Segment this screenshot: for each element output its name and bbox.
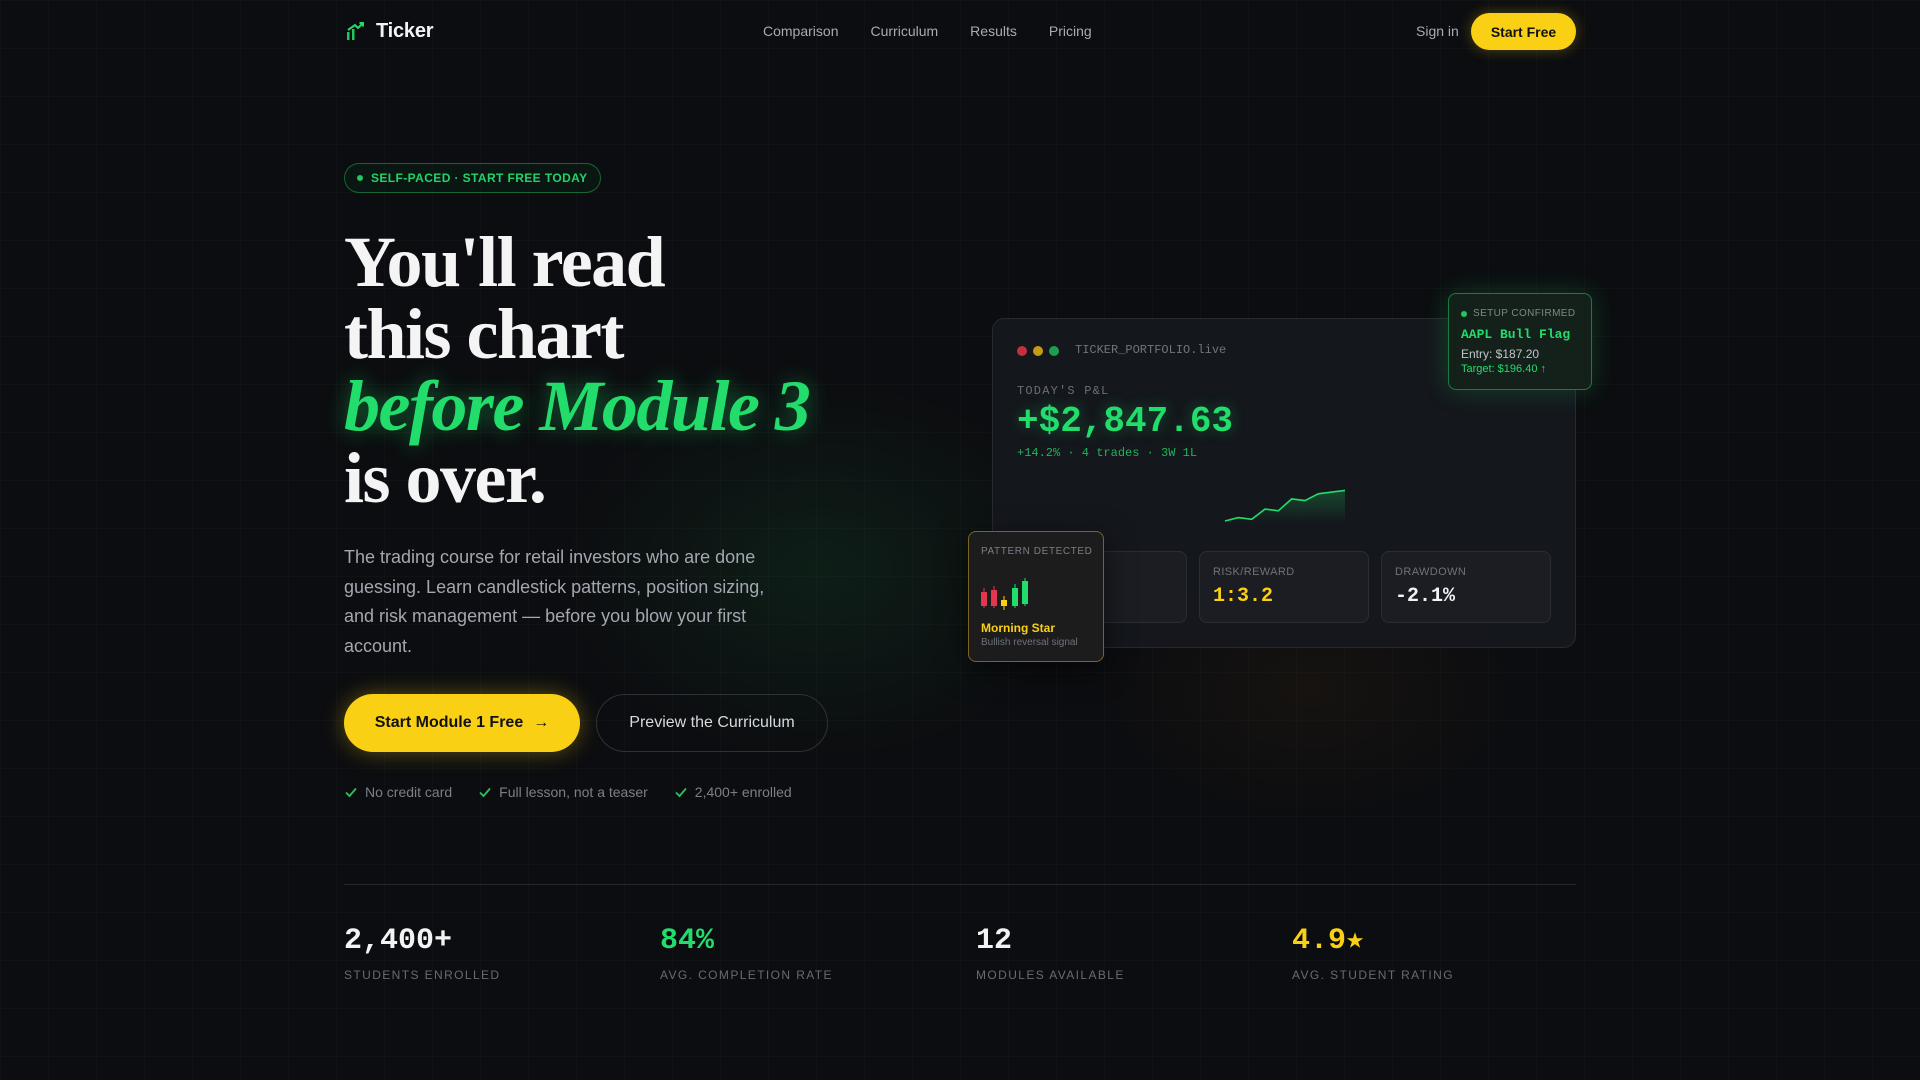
stat-label: AVG. COMPLETION RATE (660, 968, 833, 982)
nav-links: Comparison Curriculum Results Pricing (763, 23, 1092, 39)
sign-in-link[interactable]: Sign in (1416, 23, 1459, 39)
check-label: Full lesson, not a teaser (499, 784, 648, 800)
stat-label: MODULES AVAILABLE (976, 968, 1125, 982)
nav-link-curriculum[interactable]: Curriculum (870, 23, 938, 39)
stat-students-enrolled: 2,400+ STUDENTS ENROLLED (344, 924, 501, 982)
pnl-value: +$2,847.63 (1017, 401, 1234, 442)
stats-divider (344, 884, 1576, 885)
setup-target: Target: $196.40 ↑ (1461, 363, 1547, 375)
stat-label: AVG. STUDENT RATING (1292, 968, 1454, 982)
check-icon (345, 787, 357, 798)
window-dot-yellow-icon (1033, 346, 1043, 356)
background-grid (0, 0, 1920, 1080)
stat-value: 12 (976, 924, 1013, 958)
check-icon (479, 787, 491, 798)
stat-student-rating: 4.9★ AVG. STUDENT RATING (1292, 924, 1454, 982)
setup-title: AAPL Bull Flag (1461, 327, 1571, 342)
trust-checks: No credit card Full lesson, not a teaser… (344, 784, 792, 800)
check-item: Full lesson, not a teaser (478, 784, 648, 800)
stat-label: STUDENTS ENROLLED (344, 968, 501, 982)
nav-link-results[interactable]: Results (970, 23, 1017, 39)
metric-card-drawdown: DRAWDOWN -2.1% (1381, 551, 1551, 623)
stat-completion-rate: 84% AVG. COMPLETION RATE (660, 924, 833, 982)
brand-logo[interactable]: Ticker (344, 20, 434, 43)
pattern-label: PATTERN DETECTED (981, 546, 1093, 557)
window-title: TICKER_PORTFOLIO.live (1075, 343, 1227, 357)
hero-headline: You'll read this chart before Module 3 i… (344, 222, 811, 518)
nav-link-comparison[interactable]: Comparison (763, 23, 838, 39)
top-nav: Ticker Comparison Curriculum Results Pri… (0, 0, 1920, 64)
setup-header: SETUP CONFIRMED (1461, 308, 1576, 319)
status-dot-icon (357, 175, 363, 181)
pattern-detected-popup: PATTERN DETECTED Morning Star Bullish re… (968, 531, 1104, 662)
metric-label: DRAWDOWN (1395, 566, 1467, 578)
setup-entry: Entry: $187.20 (1461, 347, 1540, 361)
start-module-button[interactable]: Start Module 1 Free → (344, 694, 580, 752)
metric-value: 1:3.2 (1213, 585, 1274, 608)
stat-value: 84% (660, 924, 715, 958)
pattern-name: Morning Star (981, 621, 1055, 635)
window-controls (1017, 346, 1059, 356)
start-module-label: Start Module 1 Free (374, 714, 524, 731)
arrow-right-icon: → (533, 714, 550, 731)
check-icon (675, 787, 687, 798)
pattern-subtext: Bullish reversal signal (981, 637, 1078, 648)
headline-line-2: this chart (344, 294, 624, 374)
metric-value: -2.1% (1395, 585, 1456, 608)
check-label: No credit card (365, 784, 453, 800)
metric-card-risk-reward: RISK/REWARD 1:3.2 (1199, 551, 1369, 623)
chart-trend-icon (347, 21, 364, 40)
headline-line-4: is over. (344, 438, 547, 518)
stat-value: 4.9★ (1292, 924, 1365, 958)
check-item: No credit card (344, 784, 452, 800)
nav-link-pricing[interactable]: Pricing (1049, 23, 1092, 39)
window-dot-red-icon (1017, 346, 1027, 356)
self-paced-badge: SELF-PACED · START FREE TODAY (344, 163, 601, 193)
pnl-label: TODAY'S P&L (1017, 384, 1110, 398)
headline-accent: before Module 3 (344, 366, 811, 446)
preview-curriculum-button[interactable]: Preview the Curriculum (596, 694, 828, 752)
badge-text: SELF-PACED · START FREE TODAY (371, 171, 588, 185)
pnl-subtext: +14.2% · 4 trades · 3W 1L (1017, 446, 1198, 460)
check-item: 2,400+ enrolled (674, 784, 792, 800)
metric-label: RISK/REWARD (1213, 566, 1295, 578)
stat-modules-available: 12 MODULES AVAILABLE (976, 924, 1125, 982)
setup-confirmed-popup: SETUP CONFIRMED AAPL Bull Flag Entry: $1… (1448, 293, 1592, 390)
brand-name: Ticker (376, 20, 434, 42)
candlestick-icon (981, 578, 1028, 610)
setup-label: SETUP CONFIRMED (1473, 308, 1576, 319)
status-dot-icon (1461, 310, 1467, 317)
headline-line-1: You'll read (344, 222, 666, 302)
stat-value: 2,400+ (344, 924, 453, 958)
start-free-button[interactable]: Start Free (1471, 13, 1576, 50)
check-label: 2,400+ enrolled (694, 784, 792, 800)
window-dot-green-icon (1049, 346, 1059, 356)
hero-subtext: The trading course for retail investors … (344, 547, 765, 656)
pnl-sparkline (1224, 489, 1346, 523)
